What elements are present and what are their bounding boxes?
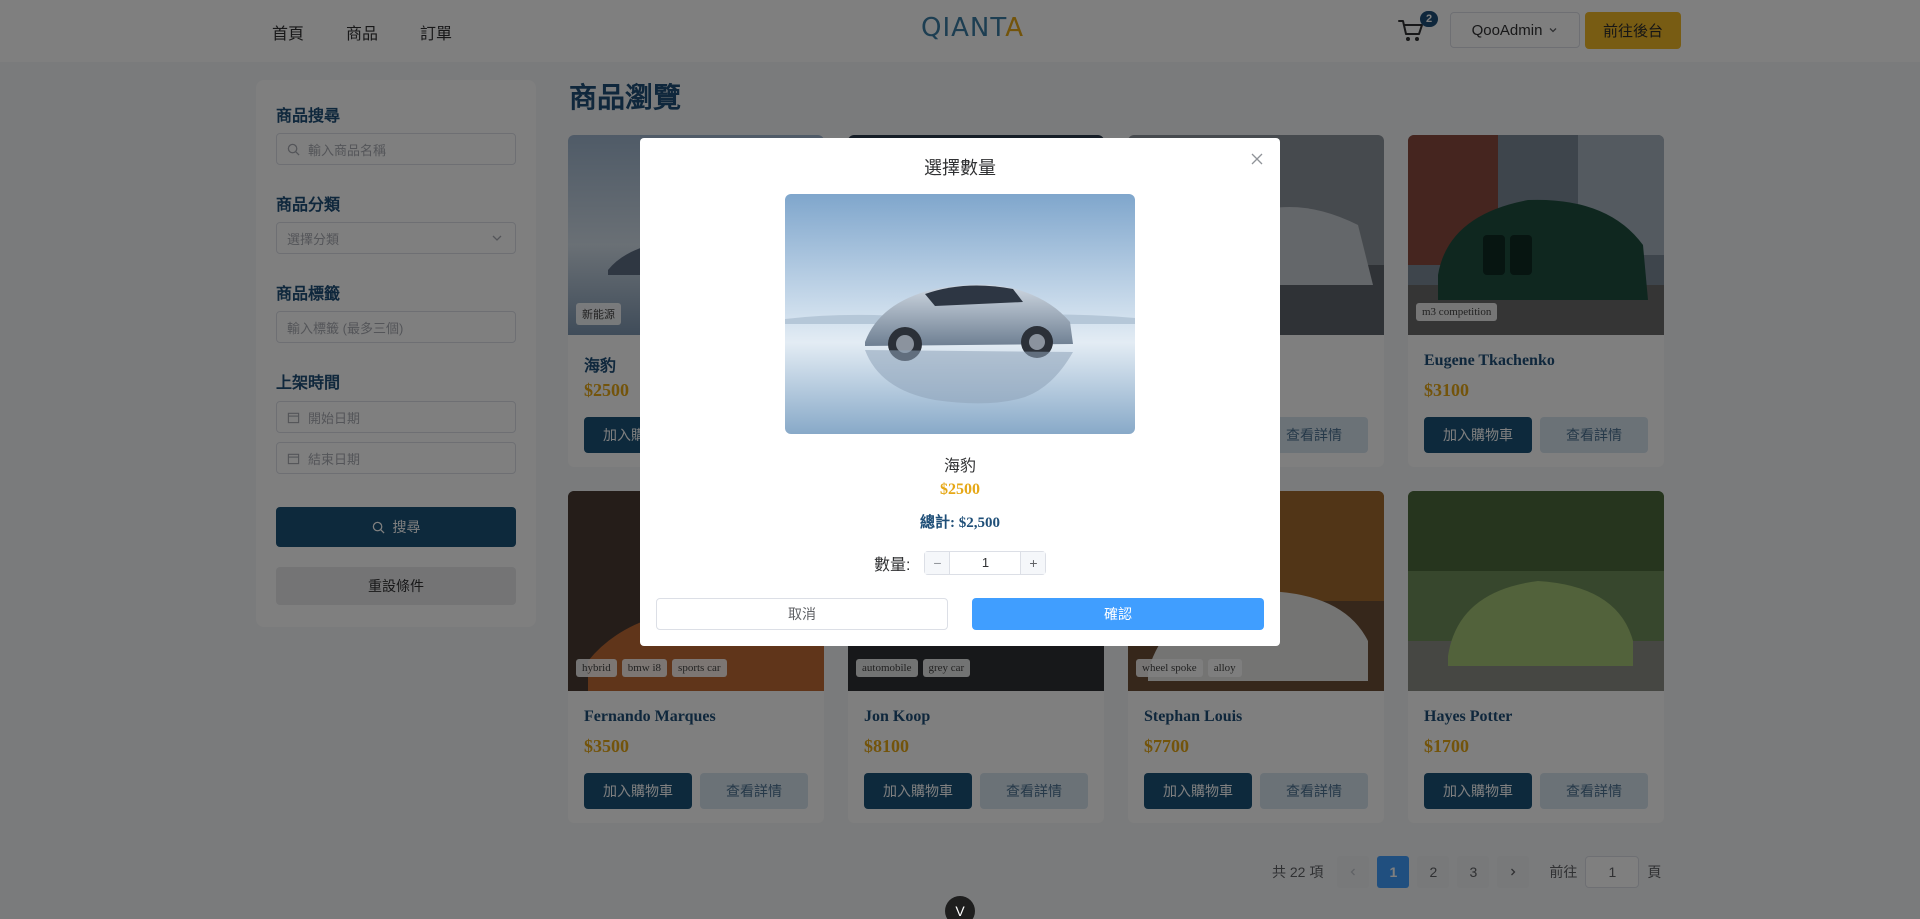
- dialog-title: 選擇數量: [924, 158, 996, 178]
- cancel-button[interactable]: 取消: [656, 598, 948, 630]
- quantity-input[interactable]: 1: [949, 552, 1022, 574]
- dialog-total: 總計: $2,500: [920, 515, 1000, 531]
- quantity-label: 數量:: [874, 557, 911, 574]
- increase-button[interactable]: +: [1021, 552, 1046, 574]
- dialog-product-price: $2500: [940, 481, 980, 498]
- floating-badge[interactable]: V: [945, 896, 975, 919]
- close-icon[interactable]: [1248, 150, 1266, 168]
- confirm-button[interactable]: 確認: [972, 598, 1264, 630]
- quantity-row: 數量: − 1 +: [874, 551, 1047, 575]
- quantity-dialog: 選擇數量 海豹 $2500 總計: $2,500 數量: − 1 + 取消 確認: [640, 138, 1280, 646]
- quantity-stepper: − 1 +: [924, 551, 1047, 575]
- dialog-product-name: 海豹: [943, 458, 976, 475]
- dialog-product-image: [785, 194, 1135, 434]
- decrease-button[interactable]: −: [925, 552, 950, 574]
